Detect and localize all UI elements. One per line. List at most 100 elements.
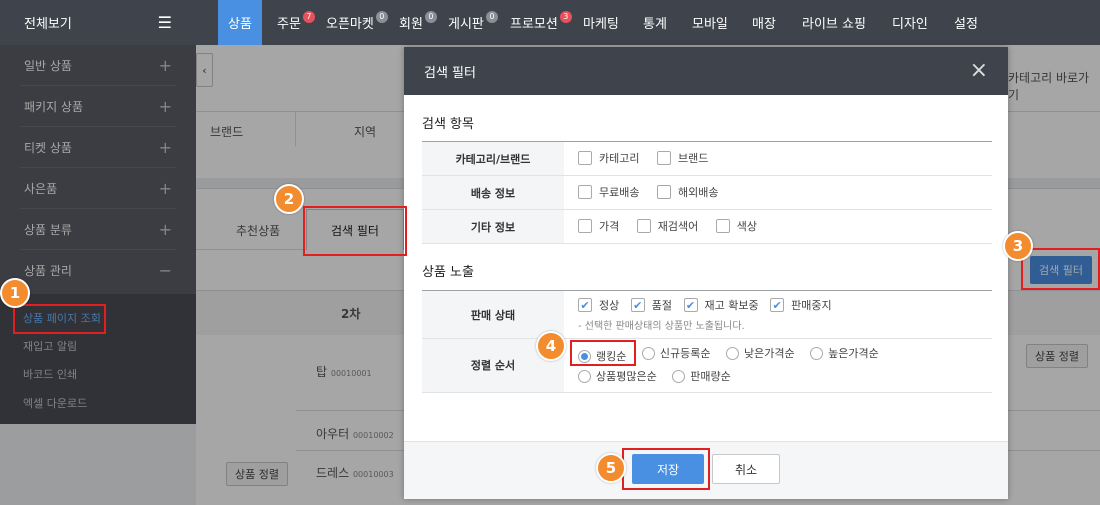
option-label: 높은가격순 [828,347,879,360]
nav-label: 회원 [399,17,423,32]
hamburger-menu-icon[interactable]: ☰ [158,13,172,32]
tab-search-filter[interactable]: 검색 필터 [306,209,404,250]
nav-label: 설정 [954,17,978,32]
product-sort-button-left[interactable]: 상품 정렬 [226,462,288,486]
board-count-badge: 0 [485,10,498,23]
radio-low-price[interactable]: 낮은가격순 [725,345,795,361]
nav-store[interactable]: 매장 [752,0,776,45]
save-button[interactable]: 저장 [632,454,704,484]
row-name: 아우터 [316,427,350,441]
checkbox-normal[interactable]: ✔ 정상 [578,297,619,313]
checkbox-sold-out[interactable]: ✔ 품절 [630,297,672,313]
search-filter-button[interactable]: 검색 필터 [1030,256,1092,284]
filter-row-sale-status: 판매 상태 ✔ 정상 ✔ 품절 ✔ 재고 확보중 ✔ 판매중지 - 선택한 판매상태의 … [422,290,992,339]
plus-icon[interactable]: + [159,97,172,116]
promotion-count-badge: 3 [559,10,572,23]
step-marker: 2 [274,184,304,214]
filter-row-category-brand: 카테고리/브랜드 카테고리 브랜드 [422,141,992,176]
radio-icon[interactable] [641,346,655,360]
plus-icon[interactable]: + [159,220,172,239]
nav-promotion[interactable]: 프로모션 3 [510,0,572,45]
nav-label: 라이브 쇼핑 [802,17,866,32]
nav-open-market[interactable]: 오픈마켓 0 [326,0,388,45]
checkbox-color[interactable]: 색상 [715,218,757,234]
checkbox-icon[interactable] [578,218,592,233]
submenu-restock-alert[interactable]: 재입고 알림 [23,338,77,354]
row-code: 00010003 [352,470,394,479]
nav-design[interactable]: 디자인 [892,0,928,45]
checkbox-checked-icon[interactable]: ✔ [630,298,645,312]
cancel-button[interactable]: 취소 [712,454,780,484]
nav-order[interactable]: 주문 7 [277,0,315,45]
nav-live-shopping[interactable]: 라이브 쇼핑 [802,0,866,45]
row-label: 기타 정보 [422,209,564,244]
nav-settings[interactable]: 설정 [954,0,978,45]
nav-mobile[interactable]: 모바일 [692,0,728,45]
checkbox-icon[interactable] [636,218,651,233]
nav-product[interactable]: 상품 [218,0,262,45]
radio-icon[interactable] [578,369,591,383]
nav-statistics[interactable]: 통계 [643,0,667,45]
filter-row-other: 기타 정보 가격 재검색어 색상 [422,209,992,244]
radio-icon[interactable] [810,346,824,360]
checkbox-brand[interactable]: 브랜드 [656,150,708,166]
plus-icon[interactable]: + [159,56,172,75]
close-icon[interactable]: × [970,60,988,82]
nav-marketing[interactable]: 마케팅 [583,0,619,45]
radio-high-price[interactable]: 높은가격순 [810,345,879,361]
radio-newest[interactable]: 신규등록순 [641,345,710,361]
sidebar-item-gift[interactable]: 사은품 + [20,168,176,209]
plus-icon[interactable]: + [159,179,172,198]
checkbox-checked-icon[interactable]: ✔ [578,298,592,312]
checkbox-overseas-shipping[interactable]: 해외배송 [656,184,718,200]
category-shortcut-link[interactable]: 카테고리 바로가기 [1008,69,1100,103]
checkbox-checked-icon[interactable]: ✔ [683,298,698,312]
radio-icon[interactable] [672,369,686,383]
row-name: 드레스 [316,466,350,480]
checkbox-free-shipping[interactable]: 무료배송 [578,184,639,200]
product-sort-button[interactable]: 상품 정렬 [1026,344,1088,368]
sidebar-bottom-area [0,424,196,505]
tab-recommended[interactable]: 추천상품 [236,222,280,239]
column-region: 지역 [354,125,377,139]
submenu-product-page-view[interactable]: 상품 페이지 조회 [23,310,101,326]
sidebar-item-label: 패키지 상품 [24,99,84,114]
radio-selected-icon[interactable] [578,349,591,363]
sidebar-item-ticket-product[interactable]: 티켓 상품 + [20,127,176,168]
checkbox-icon[interactable] [656,184,671,199]
checkbox-sale-stopped[interactable]: ✔ 판매중지 [770,297,832,313]
radio-icon[interactable] [725,346,739,360]
sidebar-item-label: 일반 상품 [24,58,72,73]
checkbox-icon[interactable] [656,150,671,165]
sidebar-header[interactable]: 전체보기 ☰ [0,0,196,45]
collapse-arrow-icon[interactable]: ‹ [196,53,213,87]
checkbox-research-keyword[interactable]: 재검색어 [636,218,699,234]
nav-label: 통계 [643,17,667,32]
option-label: 재검색어 [657,219,699,233]
row-label: 판매 상태 [422,290,564,339]
plus-icon[interactable]: + [159,138,172,157]
radio-sales-volume[interactable]: 판매량순 [672,368,731,384]
nav-member[interactable]: 회원 0 [399,0,437,45]
checkbox-restocking[interactable]: ✔ 재고 확보중 [683,297,759,313]
radio-most-reviews[interactable]: 상품평많은순 [578,368,657,384]
sidebar-item-general-product[interactable]: 일반 상품 + [20,45,176,86]
nav-board[interactable]: 게시판 0 [448,0,498,45]
table-row: 탑 00010001 [316,363,372,380]
checkbox-icon[interactable] [578,150,592,165]
option-label: 랭킹순 [596,350,627,363]
submenu-excel-download[interactable]: 엑셀 다운로드 [23,395,87,411]
checkbox-icon[interactable] [715,218,730,233]
checkbox-icon[interactable] [578,184,592,199]
sidebar-item-package-product[interactable]: 패키지 상품 + [20,86,176,127]
checkbox-checked-icon[interactable]: ✔ [770,298,785,312]
sidebar-item-product-management[interactable]: 상품 관리 − [20,250,176,291]
minus-icon[interactable]: − [159,261,172,280]
sidebar-item-label: 상품 분류 [24,222,72,237]
checkbox-price[interactable]: 가격 [578,218,619,234]
option-label: 카테고리 [599,151,640,165]
checkbox-category[interactable]: 카테고리 [578,150,639,166]
submenu-barcode-print[interactable]: 바코드 인쇄 [23,366,77,382]
radio-ranking[interactable]: 랭킹순 [578,348,626,364]
sidebar-item-product-category[interactable]: 상품 분류 + [20,209,176,250]
